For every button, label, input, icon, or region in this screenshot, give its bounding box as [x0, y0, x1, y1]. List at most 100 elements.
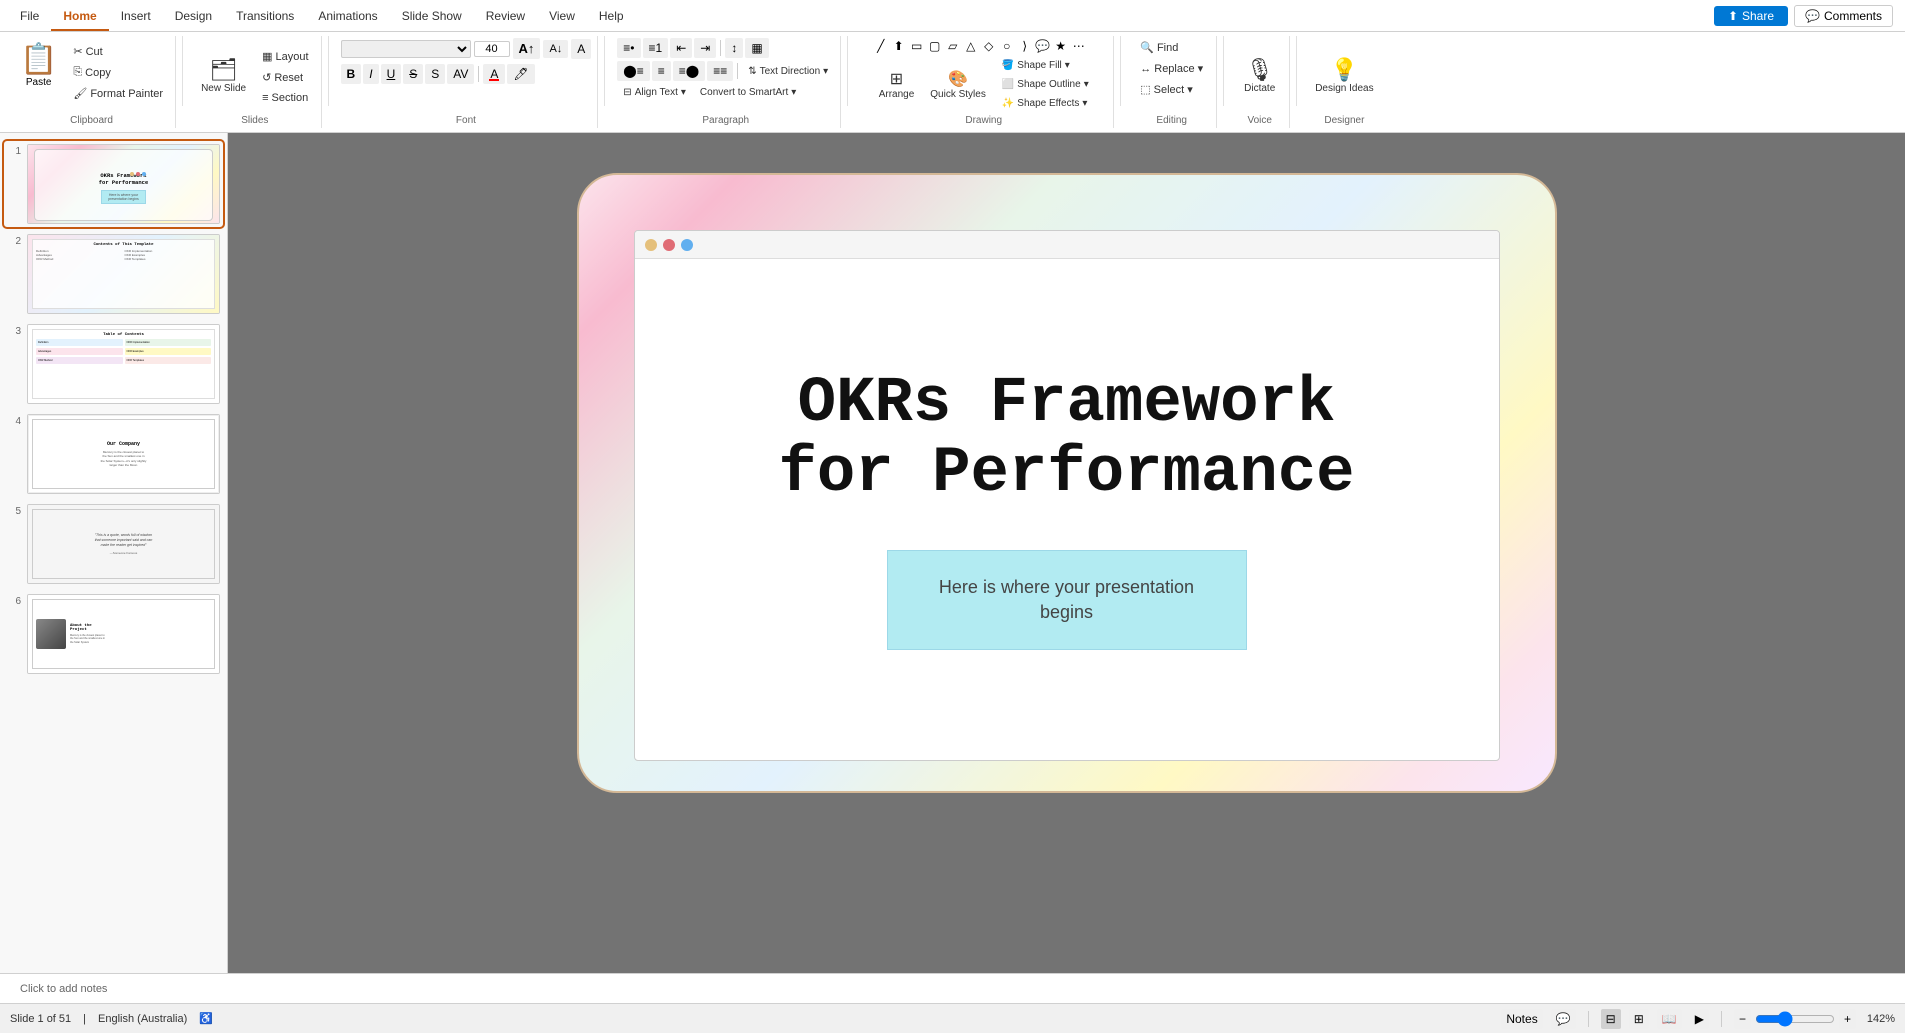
numbered-list-button[interactable]: ≡1: [643, 38, 669, 58]
accessibility-icon[interactable]: ♿: [199, 1012, 213, 1025]
line-spacing-button[interactable]: ↕: [725, 38, 743, 58]
slide-thumb-4[interactable]: 4 Our Company Mercury is the closest pla…: [4, 411, 223, 497]
reading-view-button[interactable]: 📖: [1657, 1009, 1682, 1029]
font-size-input[interactable]: [474, 41, 510, 57]
tab-slideshow[interactable]: Slide Show: [390, 3, 474, 31]
section-button[interactable]: ≡ Section: [256, 89, 314, 107]
bullet-list-button[interactable]: ≡•: [617, 38, 640, 58]
shape-rect[interactable]: ▭: [909, 38, 925, 54]
italic-button[interactable]: I: [363, 64, 378, 84]
zoom-slider[interactable]: [1755, 1011, 1835, 1027]
cut-icon: ✂: [73, 45, 82, 58]
comments-button[interactable]: 💬 Comments: [1794, 5, 1893, 27]
text-direction-chevron: ▾: [823, 66, 828, 77]
select-button[interactable]: ⬚ Select ▾: [1134, 80, 1199, 99]
replace-button[interactable]: ↔ Replace ▾: [1134, 59, 1209, 78]
underline-button[interactable]: U: [381, 64, 402, 84]
new-slide-button[interactable]: 🗂 New Slide: [195, 53, 252, 98]
slide-thumb-1[interactable]: 1 OKRs Frameworkfor Performance Here is …: [4, 141, 223, 227]
slide-main-title[interactable]: OKRs Framework for Performance: [778, 369, 1354, 510]
reset-icon: ↺: [262, 71, 271, 84]
browser-dot-blue: [681, 239, 693, 251]
align-right-button[interactable]: ≡⬤: [673, 61, 705, 81]
format-painter-button[interactable]: 🖌 Format Painter: [67, 84, 169, 103]
slide-sorter-button[interactable]: ⊞: [1629, 1009, 1649, 1029]
design-ideas-icon: 💡: [1331, 57, 1358, 83]
font-shrink-button[interactable]: A↓: [543, 40, 568, 58]
zoom-out-button[interactable]: −: [1734, 1009, 1751, 1029]
slide-subtitle-box[interactable]: Here is where your presentation begins: [887, 550, 1247, 650]
notes-placeholder[interactable]: Click to add notes: [20, 983, 107, 995]
paste-button[interactable]: 📋 Paste: [14, 38, 63, 92]
tab-file[interactable]: File: [8, 3, 51, 31]
shape-effects-icon: ✨: [1002, 98, 1014, 109]
shape-triangle[interactable]: △: [963, 38, 979, 54]
slide-thumb-5[interactable]: 5 "This is a quote, words full of wisdom…: [4, 501, 223, 587]
design-ideas-button[interactable]: 💡 Design Ideas: [1309, 53, 1379, 98]
shadow-button[interactable]: S: [425, 64, 445, 84]
slide-thumb-3[interactable]: 3 Table of Contents Definition OKR Imple…: [4, 321, 223, 407]
shape-effects-button[interactable]: ✨ Shape Effects ▾: [996, 95, 1095, 112]
slide-thumb-2[interactable]: 2 Contents of This Template DefinitionAd…: [4, 231, 223, 317]
highlight-color-button[interactable]: 🖊: [507, 64, 534, 84]
char-spacing-button[interactable]: AV: [447, 64, 474, 84]
normal-view-button[interactable]: ⊟: [1601, 1009, 1621, 1029]
shape-arrow[interactable]: ⬆: [891, 38, 907, 54]
shape-fill-button[interactable]: 🪣 Shape Fill ▾: [996, 57, 1095, 74]
align-center-button[interactable]: ≡: [652, 61, 671, 81]
font-name-select[interactable]: [341, 40, 471, 58]
cut-button[interactable]: ✂ Cut: [67, 42, 169, 61]
tab-home[interactable]: Home: [51, 3, 108, 31]
shape-parallelogram[interactable]: ▱: [945, 38, 961, 54]
shape-chevron[interactable]: ⟩: [1017, 38, 1033, 54]
shape-more[interactable]: ⋯: [1071, 38, 1087, 54]
comment-icon: 💬: [1805, 9, 1820, 23]
reset-button[interactable]: ↺ Reset: [256, 68, 314, 87]
columns-button[interactable]: ▦: [745, 38, 768, 58]
editing-group-label: Editing: [1156, 115, 1187, 126]
justify-button[interactable]: ≡≡: [707, 61, 733, 81]
strikethrough-button[interactable]: S: [403, 64, 423, 84]
shape-outline-button[interactable]: ⬜ Shape Outline ▾: [996, 76, 1095, 93]
slide-thumb-6[interactable]: 6 About theProject Mercury is the closes…: [4, 591, 223, 677]
align-text-button[interactable]: ⊟ Align Text ▾: [617, 84, 692, 101]
shape-star[interactable]: ★: [1053, 38, 1069, 54]
slideshow-view-button[interactable]: ▶: [1690, 1009, 1709, 1029]
font-color-button[interactable]: A: [483, 64, 505, 84]
convert-smartart-button[interactable]: Convert to SmartArt ▾: [694, 84, 802, 101]
layout-button[interactable]: ▦ Layout: [256, 47, 314, 66]
arrange-button[interactable]: ⊞ Arrange: [873, 65, 921, 104]
clear-format-button[interactable]: A: [571, 39, 591, 59]
tab-view[interactable]: View: [537, 3, 587, 31]
new-slide-icon: 🗂: [210, 57, 238, 83]
copy-button[interactable]: ⎘ Copy: [67, 63, 169, 82]
text-direction-button[interactable]: ⇅ Text Direction ▾: [742, 63, 834, 80]
bold-button[interactable]: B: [341, 64, 362, 84]
tab-help[interactable]: Help: [587, 3, 636, 31]
tab-design[interactable]: Design: [163, 3, 224, 31]
comment-view-button[interactable]: 💬: [1551, 1009, 1576, 1029]
shape-callout[interactable]: 💬: [1035, 38, 1051, 54]
increase-indent-button[interactable]: ⇥: [694, 38, 716, 58]
dictate-button[interactable]: 🎙 Dictate: [1238, 53, 1281, 98]
decrease-indent-button[interactable]: ⇤: [670, 38, 692, 58]
shape-diamond[interactable]: ◇: [981, 38, 997, 54]
tab-review[interactable]: Review: [474, 3, 537, 31]
shape-rounded-rect[interactable]: ▢: [927, 38, 943, 54]
font-grow-button[interactable]: A↑: [513, 38, 541, 59]
share-button[interactable]: ⬆ Share: [1714, 6, 1788, 26]
browser-dot-red: [663, 239, 675, 251]
slide-panel: 1 OKRs Frameworkfor Performance Here is …: [0, 133, 228, 973]
quick-styles-button[interactable]: 🎨 Quick Styles: [924, 65, 992, 104]
align-left-button[interactable]: ⬤≡: [617, 61, 649, 81]
shape-circle[interactable]: ○: [999, 38, 1015, 54]
canvas-area[interactable]: OKRs Framework for Performance Here is w…: [228, 133, 1905, 973]
zoom-in-button[interactable]: +: [1839, 1009, 1856, 1029]
browser-content[interactable]: OKRs Framework for Performance Here is w…: [635, 259, 1499, 760]
tab-animations[interactable]: Animations: [306, 3, 389, 31]
notes-view-button[interactable]: Notes: [1501, 1009, 1542, 1029]
tab-transitions[interactable]: Transitions: [224, 3, 306, 31]
find-button[interactable]: 🔍 Find: [1134, 38, 1184, 57]
tab-insert[interactable]: Insert: [109, 3, 163, 31]
shape-line[interactable]: ╱: [873, 38, 889, 54]
